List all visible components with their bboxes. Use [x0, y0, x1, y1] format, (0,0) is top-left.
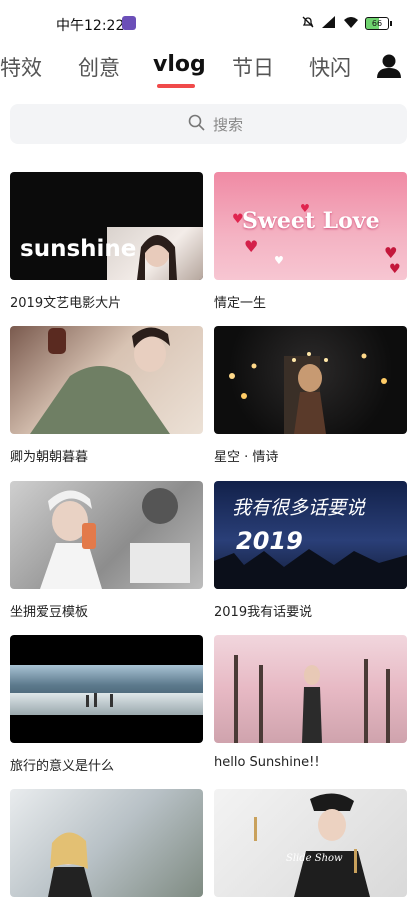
template-title: 情定一生	[214, 296, 267, 311]
template-title: 坐拥爱豆模板	[10, 605, 89, 620]
battery-icon: 66	[365, 17, 392, 30]
template-title: 2019文艺电影大片	[10, 296, 122, 311]
profile-icon[interactable]	[376, 53, 402, 79]
thumbnail-overlay-text: sunshine	[20, 236, 137, 262]
thumbnail-overlay-text: 我有很多话要说	[232, 497, 366, 519]
template-card[interactable]: Slide Show	[214, 789, 407, 909]
status-icons: 66	[301, 14, 392, 33]
search-placeholder: 搜索	[213, 116, 244, 134]
template-card[interactable]: 卿为朝朝暮暮	[10, 326, 203, 465]
template-card[interactable]: 星空 · 情诗	[214, 326, 407, 465]
template-thumbnail[interactable]: Slide Show	[214, 789, 407, 897]
tab-vlog[interactable]: vlog	[153, 52, 206, 77]
wifi-icon	[343, 14, 359, 33]
template-thumbnail[interactable]	[10, 481, 203, 589]
template-card[interactable]: 旅行的意义是什么	[10, 635, 203, 774]
template-thumbnail[interactable]: 我有很多话要说 2019	[214, 481, 407, 589]
template-card[interactable]: 坐拥爱豆模板	[10, 481, 203, 620]
mute-icon	[301, 14, 315, 33]
template-title: 2019我有话要说	[214, 605, 313, 620]
thumbnail-overlay-text: Slide Show	[286, 853, 343, 864]
template-thumbnail[interactable]: sunshine	[10, 172, 203, 280]
template-thumbnail[interactable]: Sweet Love ♥ ♥ ♥ ♥ ♥ ♥	[214, 172, 407, 280]
search-bar[interactable]: 搜索	[10, 104, 407, 144]
signal-icon	[321, 14, 337, 33]
template-card[interactable]: 我有很多话要说 2019 2019我有话要说	[214, 481, 407, 620]
search-icon	[188, 114, 205, 135]
active-tab-indicator	[157, 84, 195, 88]
status-time: 中午12:22	[56, 18, 125, 34]
tab-special-effects[interactable]: 特效	[0, 52, 42, 82]
category-tabs: 特效 创意 vlog 节日 快闪	[0, 48, 417, 92]
tab-flash[interactable]: 快闪	[309, 52, 351, 82]
template-card[interactable]: Sweet Love ♥ ♥ ♥ ♥ ♥ ♥ 情定一生	[214, 172, 407, 311]
template-title: hello Sunshine!!	[214, 755, 320, 770]
template-title: 星空 · 情诗	[214, 450, 279, 465]
template-title: 旅行的意义是什么	[10, 759, 115, 774]
tab-festival[interactable]: 节日	[232, 52, 274, 82]
template-thumbnail[interactable]	[10, 635, 203, 743]
template-card[interactable]	[10, 789, 203, 909]
tab-creative[interactable]: 创意	[78, 52, 120, 82]
thumbnail-overlay-text: Sweet Love	[242, 208, 380, 234]
template-card[interactable]: hello Sunshine!!	[214, 635, 407, 770]
template-thumbnail[interactable]	[10, 326, 203, 434]
template-thumbnail[interactable]	[10, 789, 203, 897]
template-thumbnail[interactable]	[214, 635, 407, 743]
template-thumbnail[interactable]	[214, 326, 407, 434]
template-card[interactable]: sunshine 2019文艺电影大片	[10, 172, 203, 311]
status-bar: 中午12:22 66	[0, 0, 417, 44]
app-notification-icon	[122, 16, 136, 30]
template-title: 卿为朝朝暮暮	[10, 450, 89, 465]
